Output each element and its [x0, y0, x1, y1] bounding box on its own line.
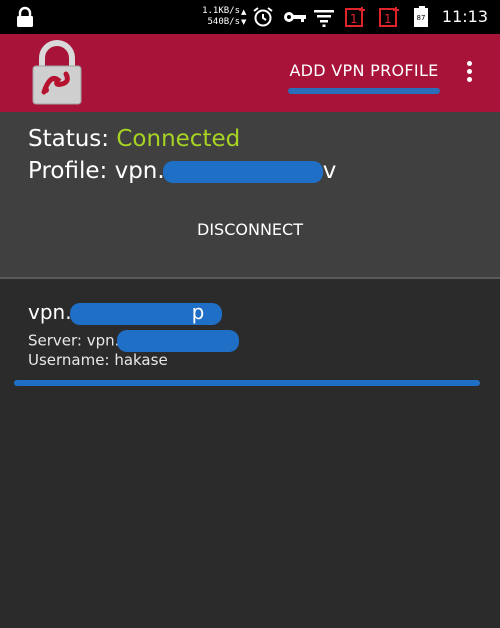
wifi-icon — [314, 10, 334, 27]
redaction-mark — [162, 160, 323, 183]
lock-icon — [17, 6, 33, 27]
profile-list-item[interactable]: vpn. p Server: vpn. Username: hakase — [0, 286, 500, 386]
download-speed: 540B/s — [207, 17, 240, 27]
username-label: Username: — [28, 351, 110, 369]
key-icon — [284, 12, 306, 22]
status-row: Status: Connected — [28, 126, 240, 152]
profile-value-prefix: vpn. — [114, 158, 165, 184]
profile-name: vpn. p — [28, 300, 222, 325]
alarm-icon — [253, 7, 273, 27]
battery-level: 87 — [414, 8, 428, 27]
add-profile-underline — [288, 88, 440, 94]
connection-status-panel: Status: Connected Profile: vpn. v DISCONN… — [0, 112, 500, 277]
upload-speed: 1.1KB/s — [202, 6, 240, 16]
profile-label: Profile: — [28, 158, 108, 184]
server-value-prefix: vpn. — [86, 331, 120, 350]
profile-row: Profile: vpn. v — [28, 158, 336, 184]
section-divider — [0, 277, 500, 279]
transfer-arrows-icon: ▲ ▼ — [241, 8, 247, 26]
profile-value-suffix: v — [322, 158, 337, 184]
app-logo-lock-icon — [32, 40, 82, 105]
server-label: Server: — [28, 331, 82, 350]
profile-underline — [14, 380, 480, 386]
profile-name-suffix: p — [191, 300, 205, 324]
status-value: Connected — [116, 126, 241, 152]
svg-text:1: 1 — [384, 12, 392, 26]
app-bar: ADD VPN PROFILE — [0, 34, 500, 112]
status-label: Status: — [28, 126, 110, 152]
notification-icon: 1 — [379, 7, 399, 27]
profile-server: Server: vpn. — [28, 330, 240, 352]
overflow-menu-icon[interactable] — [462, 58, 476, 88]
disconnect-button[interactable]: DISCONNECT — [190, 220, 310, 244]
battery-icon: 87 — [414, 6, 430, 28]
redaction-mark — [117, 330, 240, 352]
network-speed: 1.1KB/s 540B/s — [194, 6, 240, 28]
profile-username: Username: hakase — [28, 351, 168, 369]
profile-name-prefix: vpn. — [28, 300, 72, 324]
username-value: hakase — [114, 351, 168, 369]
notification-icon: 1 — [345, 7, 365, 27]
status-bar: 1.1KB/s 540B/s ▲ ▼ 1 1 87 11:13 — [0, 0, 500, 34]
svg-text:1: 1 — [350, 12, 358, 26]
clock: 11:13 — [441, 7, 488, 26]
